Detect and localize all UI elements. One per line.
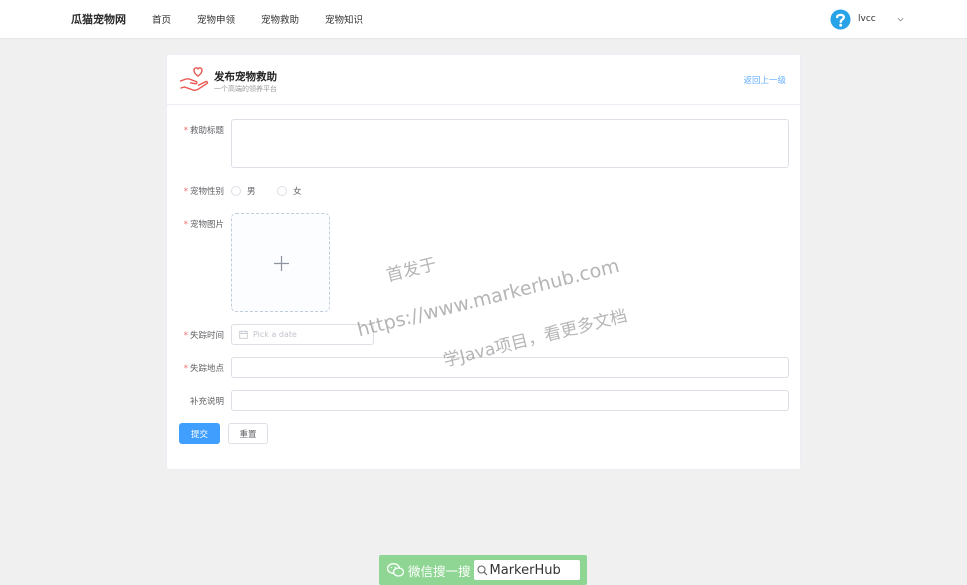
nav-pet-adoption[interactable]: 宠物申领 xyxy=(197,12,235,26)
chevron-down-icon[interactable] xyxy=(896,15,905,24)
image-upload[interactable] xyxy=(231,213,330,312)
rescue-form-card: 发布宠物救助 一个高端的领养平台 返回上一级 * 救助标题 * 宠物性别 男 女 *… xyxy=(166,54,801,470)
nav-home[interactable]: 首页 xyxy=(152,12,171,26)
radio-label: 男 xyxy=(247,187,256,197)
image-label: * 宠物图片 xyxy=(183,220,224,230)
required-mark: * xyxy=(183,331,188,341)
rescue-title-textarea[interactable] xyxy=(231,119,789,168)
avatar xyxy=(830,8,851,30)
reset-button[interactable]: 重置 xyxy=(228,423,268,444)
site-logo[interactable]: 瓜猫宠物网 xyxy=(71,11,126,27)
lost-time-label: * 失踪时间 xyxy=(183,331,224,341)
user-menu[interactable]: lvcc xyxy=(830,8,905,30)
required-mark: * xyxy=(183,126,188,136)
plus-icon xyxy=(274,256,289,271)
required-mark: * xyxy=(183,220,188,230)
radio-label: 女 xyxy=(293,187,302,197)
date-picker[interactable]: Pick a date xyxy=(231,324,374,345)
date-placeholder: Pick a date xyxy=(253,330,297,339)
card-header: 发布宠物救助 一个高端的领养平台 返回上一级 xyxy=(167,55,800,105)
rescue-title-label: * 救助标题 xyxy=(183,126,224,136)
required-mark: * xyxy=(183,187,188,197)
radio-circle[interactable] xyxy=(231,186,241,196)
wechat-search-badge: 微信搜一搜 MarkerHub xyxy=(379,555,587,585)
required-mark: * xyxy=(183,364,188,374)
nav-pet-rescue[interactable]: 宠物救助 xyxy=(261,12,299,26)
card-subtitle: 一个高端的领养平台 xyxy=(214,85,277,93)
wechat-search-text: 微信搜一搜 xyxy=(408,563,471,579)
top-navbar: 瓜猫宠物网 首页 宠物申领 宠物救助 宠物知识 lvcc xyxy=(0,0,967,39)
submit-button[interactable]: 提交 xyxy=(179,423,220,444)
note-input[interactable] xyxy=(231,390,789,411)
note-label: 补充说明 xyxy=(189,397,224,407)
wechat-icon xyxy=(387,563,404,577)
gender-radio-female[interactable]: 女 xyxy=(277,185,302,197)
back-link[interactable]: 返回上一级 xyxy=(743,74,786,86)
radio-circle[interactable] xyxy=(277,186,287,196)
wechat-search-box: MarkerHub xyxy=(473,560,580,580)
gender-radio-male[interactable]: 男 xyxy=(231,185,256,197)
wechat-account-name: MarkerHub xyxy=(489,562,561,578)
heart-hand-icon xyxy=(179,67,209,91)
nav-pet-knowledge[interactable]: 宠物知识 xyxy=(325,12,363,26)
username: lvcc xyxy=(858,14,876,24)
lost-place-input[interactable] xyxy=(231,357,789,378)
calendar-icon xyxy=(239,330,248,339)
lost-place-label: * 失踪地点 xyxy=(183,364,224,374)
search-icon xyxy=(476,564,487,575)
card-title: 发布宠物救助 xyxy=(214,71,277,83)
gender-label: * 宠物性别 xyxy=(183,187,224,197)
